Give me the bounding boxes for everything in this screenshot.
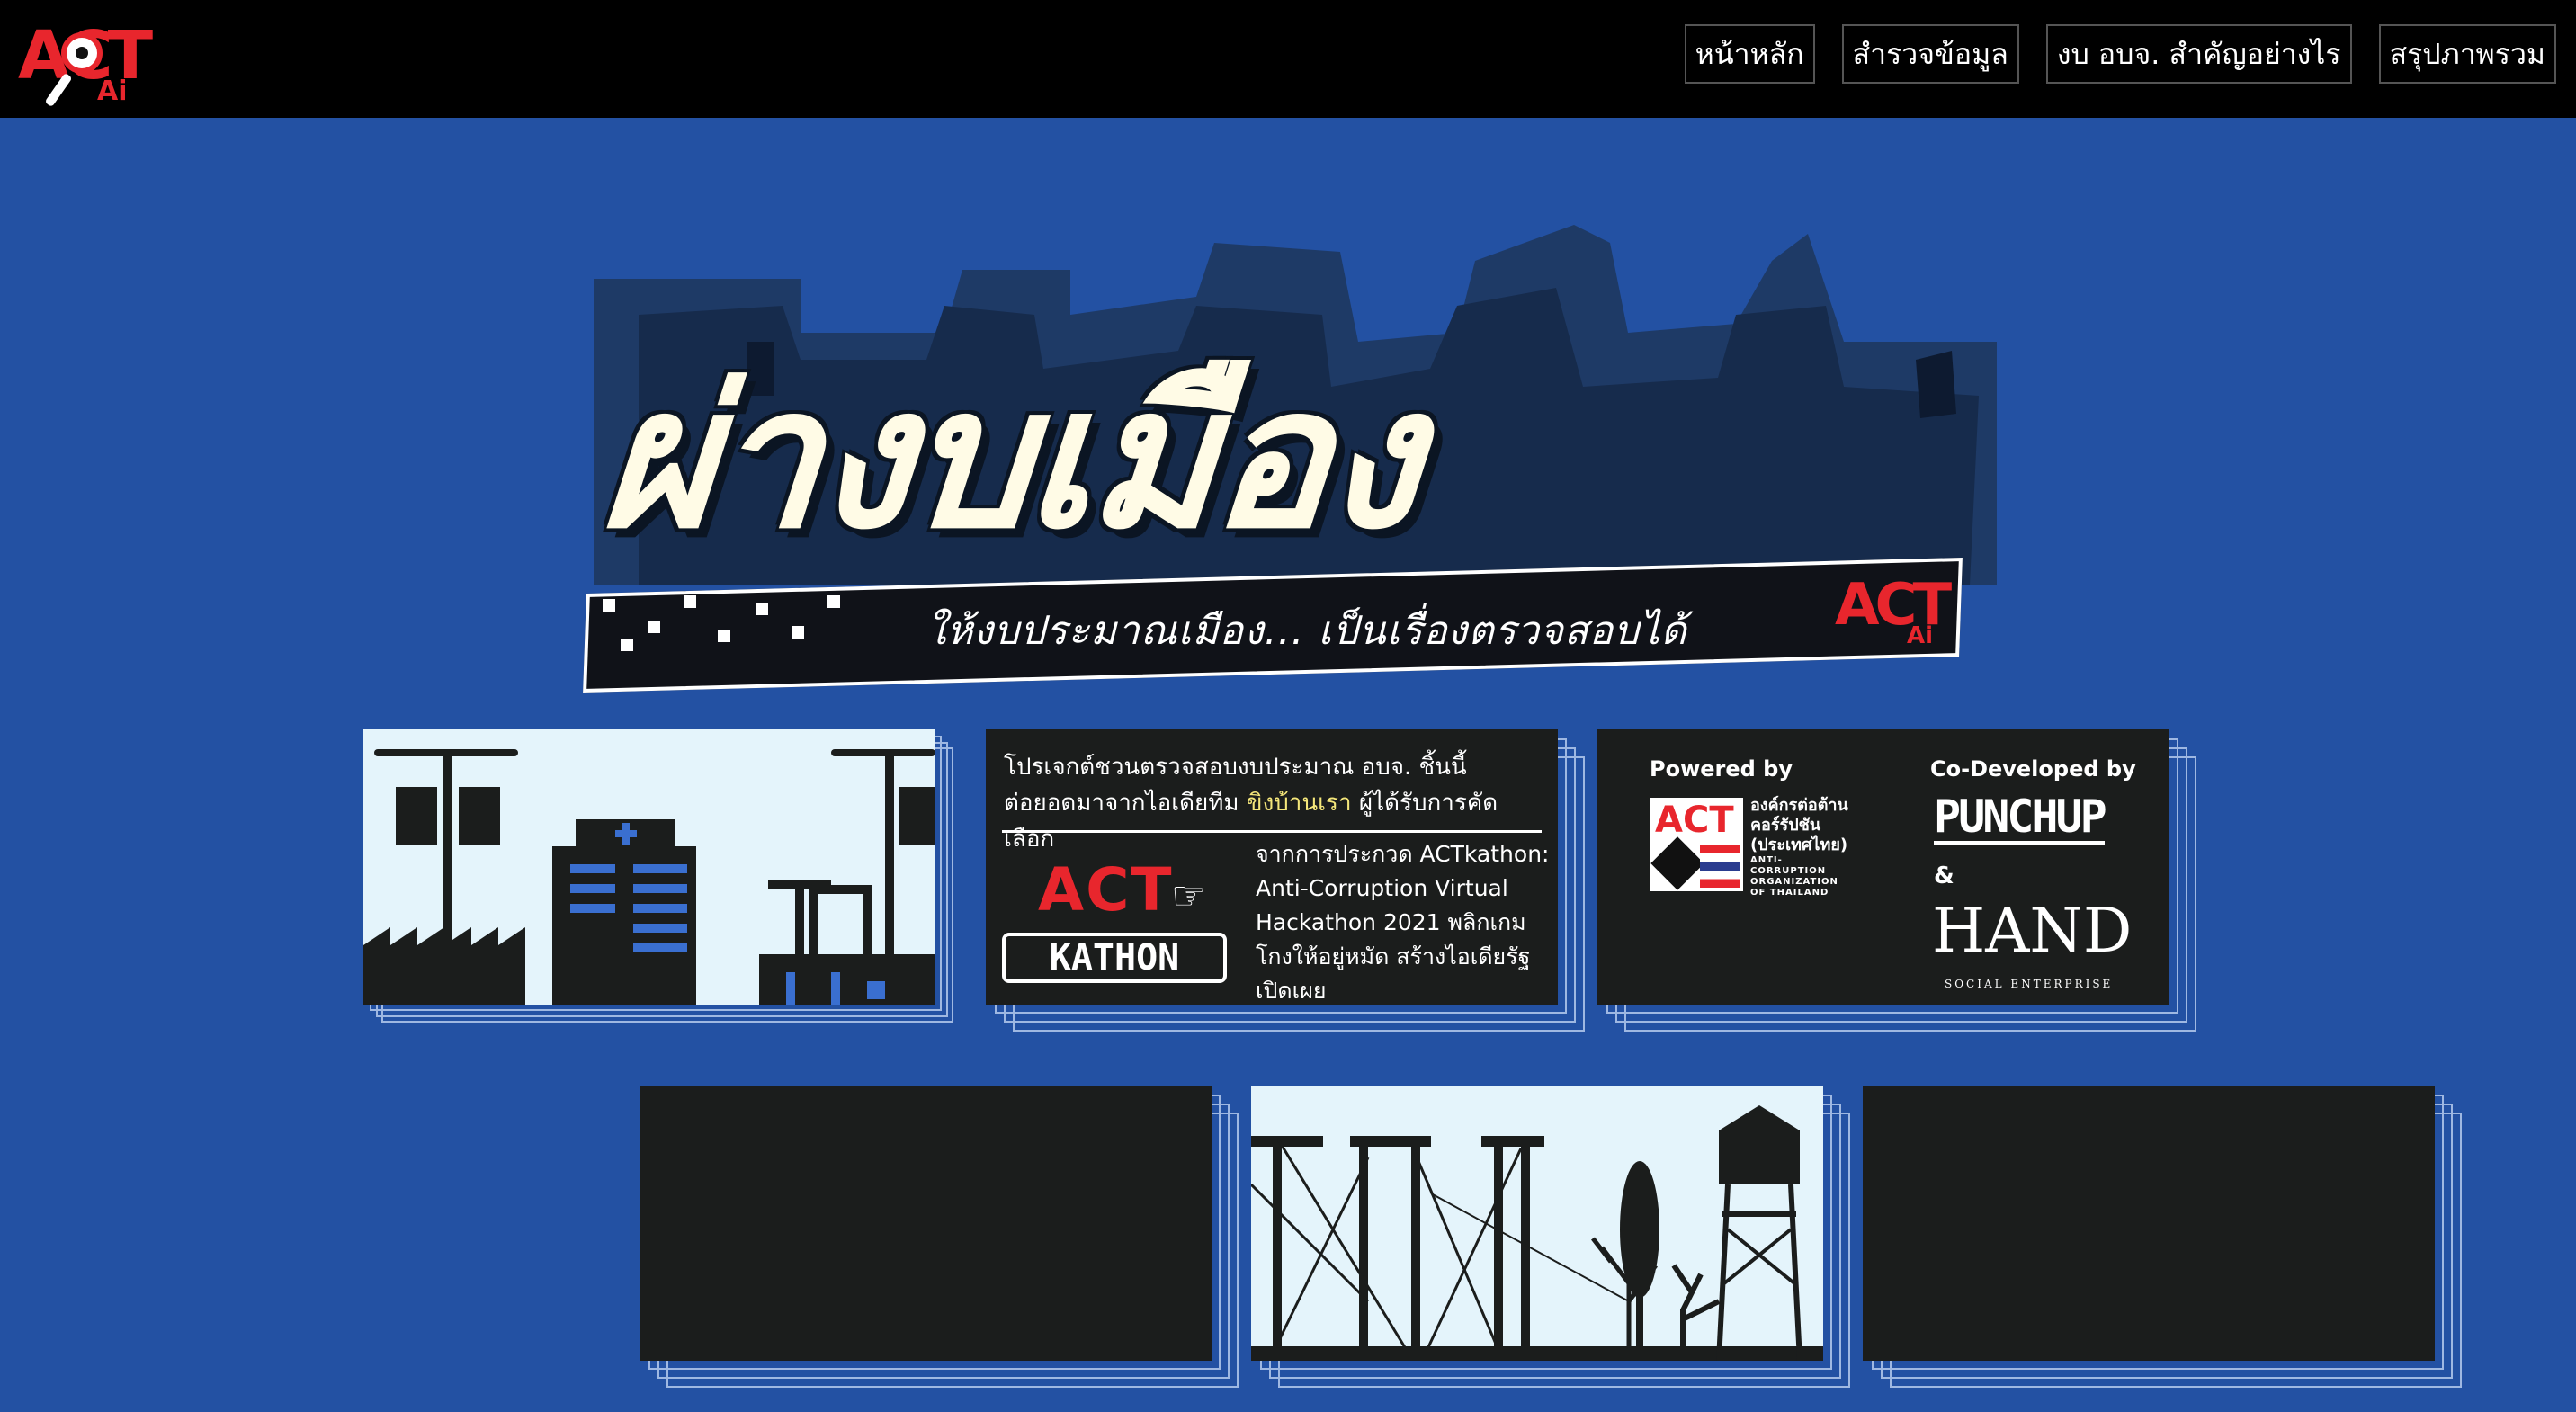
hand-logo-sub: SOCIAL ENTERPRISE	[1945, 978, 2114, 990]
team-name-highlight: ขิงบ้านเรา	[1246, 790, 1352, 817]
act-ai-logo[interactable]: ACT Ai	[18, 20, 153, 110]
hand-logo[interactable]: HAND	[1932, 900, 2132, 963]
co-developed-by-label: Co-Developed by	[1930, 756, 2136, 782]
blank-panel-left	[640, 1086, 1212, 1361]
credits-panel: Powered by Co-Developed by ACT องค์กรต่อ…	[1597, 729, 2169, 1005]
blank-panel-right	[1863, 1086, 2435, 1361]
act-organization-logo[interactable]: ACT	[1650, 798, 1743, 891]
org-name-th: องค์กรต่อต้าน คอร์รัปชัน (ประเทศไทย)	[1750, 796, 1848, 854]
intro-line-2-pre: ต่อยอดมาจากไอเดียทีม	[1004, 790, 1239, 817]
logo-sub: Ai	[97, 76, 128, 107]
hero-title: ผ่างบเมือง	[595, 345, 1426, 571]
hero-logo-sub: Ai	[1907, 622, 1934, 649]
hero-tagline: ให้งบประมาณเมือง... เป็นเรื่องตรวจสอบได้	[926, 608, 1687, 654]
city-illustration	[363, 729, 935, 1005]
punchup-logo[interactable]: PUNCHUP	[1934, 792, 2107, 845]
intro-panel: โปรเจกต์ชวนตรวจสอบงบประมาณ อบจ. ชิ้นนี้ …	[986, 729, 1558, 1005]
actkathon-logo: ACT ☞ KATHON	[1002, 855, 1227, 990]
org-logo-text: ACT	[1655, 800, 1734, 841]
nav-overview[interactable]: สรุปภาพรวม	[2378, 24, 2556, 84]
divider	[1002, 830, 1542, 833]
card-blank-left	[640, 1086, 1239, 1388]
powered-by-label: Powered by	[1650, 756, 1793, 782]
org-name-en: ANTI-CORRUPTION ORGANIZATION OF THAILAND	[1750, 855, 1838, 898]
thai-flag-icon	[1700, 845, 1740, 888]
card-blank-right	[1863, 1086, 2462, 1388]
actkathon-kathon: KATHON	[1002, 933, 1227, 983]
card-city-illustration	[363, 729, 953, 1023]
intro-line-1: โปรเจกต์ชวนตรวจสอบงบประมาณ อบจ. ชิ้นนี้	[1004, 754, 1467, 781]
nav-why-budget-matters[interactable]: งบ อบจ. สำคัญอย่างไร	[2045, 24, 2352, 84]
ampersand: &	[1934, 862, 1954, 889]
crossed-arms-icon	[1650, 836, 1704, 890]
card-project-intro: โปรเจกต์ชวนตรวจสอบงบประมาณ อบจ. ชิ้นนี้ …	[986, 729, 1585, 1032]
nav-explore-data[interactable]: สำรวจข้อมูล	[1841, 24, 2019, 84]
top-bar: ACT Ai หน้าหลัก สำรวจข้อมูล งบ อบจ. สำคั…	[0, 0, 2576, 118]
actkathon-act: ACT	[1038, 855, 1174, 925]
card-credits: Powered by Co-Developed by ACT องค์กรต่อ…	[1597, 729, 2196, 1032]
hero-act-logo: ACT Ai	[1835, 572, 1952, 649]
card-infrastructure-illustration	[1251, 1086, 1850, 1388]
contest-description: จากการประกวด ACTkathon: Anti-Corruption …	[1256, 841, 1550, 1004]
hero-banner: ผ่างบเมือง ให้งบประมาณเมือง... เป็นเรื่อ…	[567, 207, 2006, 693]
pointing-hand-icon: ☞	[1171, 873, 1207, 919]
nav-home[interactable]: หน้าหลัก	[1684, 24, 1815, 84]
main-nav: หน้าหลัก สำรวจข้อมูล งบ อบจ. สำคัญอย่างไ…	[1684, 24, 2556, 84]
infrastructure-illustration	[1251, 1086, 1823, 1361]
eye-icon	[61, 32, 103, 74]
